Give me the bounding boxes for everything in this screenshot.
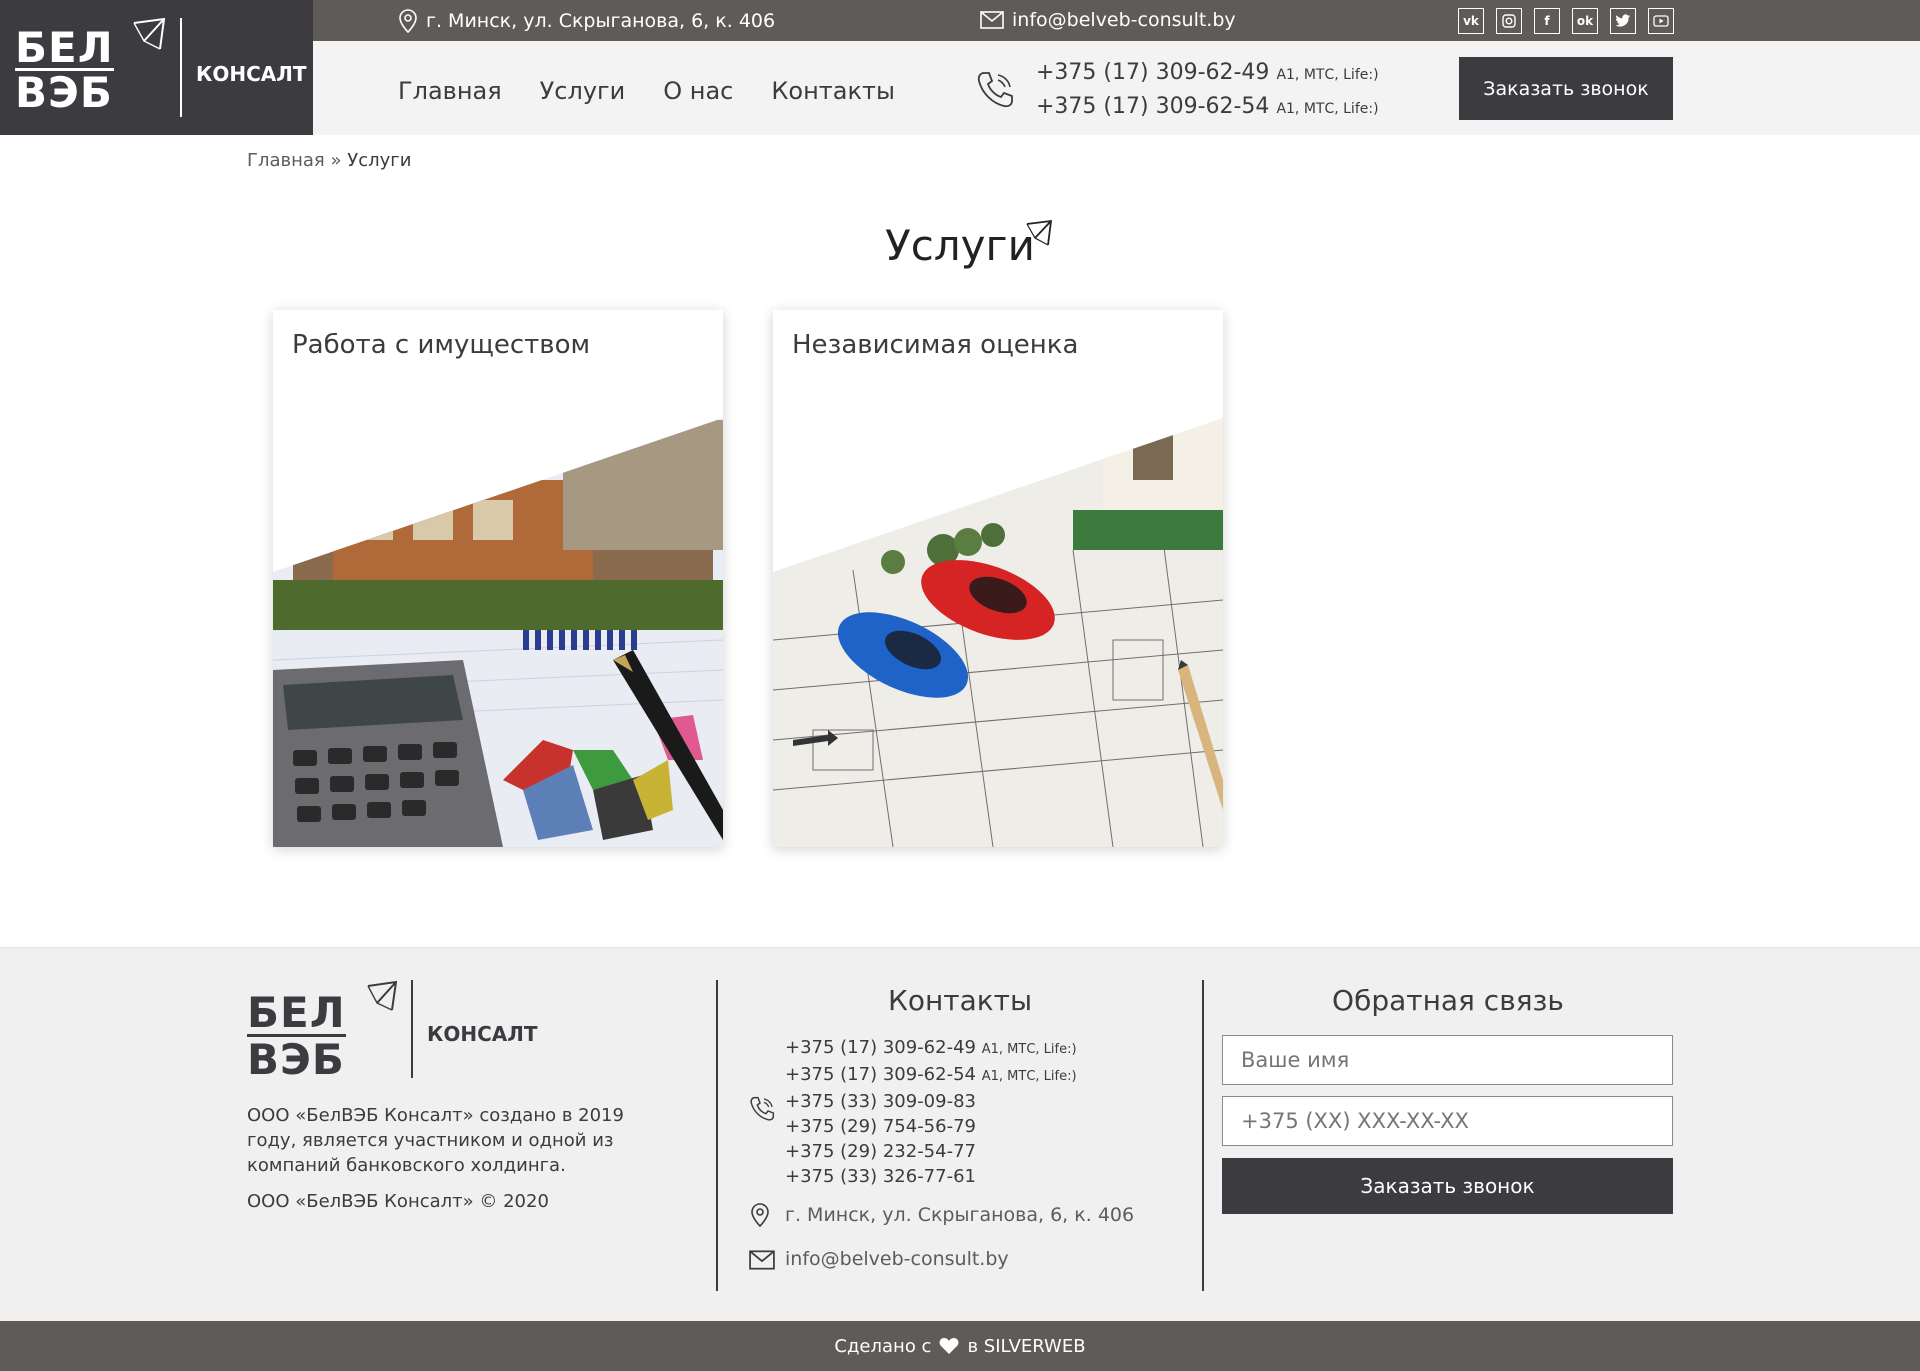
nav-item-about[interactable]: О нас	[663, 77, 733, 105]
footer-location-pin-icon	[751, 1203, 769, 1228]
logo-text: КОНСАЛТ	[196, 62, 307, 86]
header-phone-2-ops: A1, МТС, Life:)	[1276, 101, 1379, 117]
footer-logo-line2: ВЭБ	[247, 1035, 345, 1084]
phone-icon	[977, 72, 1013, 108]
bottom-bar: Сделано с в SILVERWEB	[0, 1321, 1920, 1371]
footer-logo-line1: БЕЛ	[247, 988, 346, 1037]
footer-logo-mark: БЕЛ ВЭБ	[247, 990, 346, 1082]
service-card-property[interactable]: Работа с имуществом	[273, 310, 723, 847]
breadcrumb-separator: »	[330, 150, 342, 171]
envelope-icon	[980, 11, 1004, 29]
header-phone-1-number[interactable]: +375 (17) 309-62-49	[1036, 60, 1269, 85]
footer-divider-1	[716, 980, 718, 1291]
site-logo[interactable]: БЕЛ ВЭБ КОНСАЛТ	[0, 0, 313, 135]
footer-contacts-heading: Контакты	[887, 984, 1033, 1017]
independent-valuation-image	[773, 310, 1223, 847]
breadcrumb-current: Услуги	[347, 150, 412, 171]
footer-address: г. Минск, ул. Скрыганова, 6, к. 406	[785, 1204, 1135, 1226]
service-card-title[interactable]: Независимая оценка	[792, 330, 1078, 360]
top-email-text[interactable]: info@belveb-consult.by	[1012, 9, 1236, 31]
service-card-valuation[interactable]: Независимая оценка	[773, 310, 1223, 847]
footer-divider-2	[1202, 980, 1204, 1291]
header-phone-1[interactable]: +375 (17) 309-62-49 A1, МТС, Life:)	[1036, 57, 1379, 91]
service-card-title[interactable]: Работа с имуществом	[292, 330, 590, 360]
facebook-icon[interactable]: f	[1534, 8, 1560, 34]
logo-separator	[180, 18, 182, 117]
footer-phone[interactable]: +375 (33) 326-77-61	[785, 1164, 1077, 1189]
header-phone-2-number[interactable]: +375 (17) 309-62-54	[1036, 94, 1269, 119]
odnoklassniki-icon[interactable]: ok	[1572, 8, 1598, 34]
nav-item-services[interactable]: Услуги	[540, 77, 626, 105]
nav-item-contacts[interactable]: Контакты	[771, 77, 895, 105]
header-phones: +375 (17) 309-62-49 A1, МТС, Life:) +375…	[1036, 57, 1379, 125]
header-phone-2[interactable]: +375 (17) 309-62-54 A1, МТС, Life:)	[1036, 91, 1379, 125]
footer-phone[interactable]: +375 (29) 754-56-79	[785, 1114, 1077, 1139]
footer-phone-number[interactable]: +375 (33) 326-77-61	[785, 1166, 976, 1187]
youtube-icon[interactable]	[1648, 8, 1674, 34]
breadcrumb-home[interactable]: Главная	[247, 150, 325, 171]
footer-logo-arrow-icon	[367, 980, 398, 1011]
footer-phone[interactable]: +375 (17) 309-62-49 A1, МТС, Life:)	[785, 1035, 1077, 1062]
nav-item-home[interactable]: Главная	[398, 77, 502, 105]
footer-phone-ops: A1, МТС, Life:)	[981, 1042, 1077, 1057]
footer-order-call-button[interactable]: Заказать звонок	[1222, 1158, 1673, 1214]
footer-logo-separator	[411, 980, 413, 1078]
footer-phone-number[interactable]: +375 (33) 309-09-83	[785, 1091, 976, 1112]
footer-phone[interactable]: +375 (29) 232-54-77	[785, 1139, 1077, 1164]
logo-line1: БЕЛ	[15, 23, 114, 72]
location-pin-icon	[399, 9, 417, 33]
page-title: Услуги	[885, 221, 1035, 270]
footer-phone-number[interactable]: +375 (17) 309-62-49	[785, 1037, 976, 1058]
footer: БЕЛ ВЭБ КОНСАЛТ ООО «БелВЭБ Консалт» соз…	[0, 947, 1920, 1321]
logo-arrow-icon	[133, 17, 166, 50]
heart-icon	[940, 1338, 959, 1354]
instagram-icon[interactable]	[1496, 8, 1522, 34]
footer-phones: +375 (17) 309-62-49 A1, МТС, Life:) +375…	[785, 1035, 1077, 1189]
header-phone-1-ops: A1, МТС, Life:)	[1276, 67, 1379, 83]
logo-mark: БЕЛ ВЭБ	[15, 26, 114, 114]
breadcrumb: Главная » Услуги	[247, 150, 411, 171]
footer-email[interactable]: info@belveb-consult.by	[785, 1248, 1009, 1270]
top-address-text: г. Минск, ул. Скрыганова, 6, к. 406	[426, 10, 776, 32]
footer-logo-text: КОНСАЛТ	[427, 1022, 538, 1046]
phone-input[interactable]	[1222, 1096, 1673, 1146]
silverweb-link[interactable]: в SILVERWEB	[967, 1336, 1085, 1357]
top-email[interactable]: info@belveb-consult.by	[980, 9, 1236, 31]
main-nav: Главная Услуги О нас Контакты	[398, 77, 895, 105]
twitter-icon[interactable]	[1610, 8, 1636, 34]
footer-feedback-heading: Обратная связь	[1332, 984, 1564, 1017]
footer-envelope-icon	[749, 1250, 775, 1270]
logo-line2: ВЭБ	[15, 68, 113, 117]
footer-phone-ops: A1, МТС, Life:)	[981, 1069, 1077, 1084]
footer-phone-icon	[750, 1096, 775, 1121]
property-work-image	[273, 310, 723, 847]
footer-description: ООО «БелВЭБ Консалт» создано в 2019 году…	[247, 1105, 624, 1176]
footer-phone-number[interactable]: +375 (17) 309-62-54	[785, 1064, 976, 1085]
name-input[interactable]	[1222, 1035, 1673, 1085]
vk-icon[interactable]: vk	[1458, 8, 1484, 34]
footer-phone[interactable]: +375 (33) 309-09-83	[785, 1089, 1077, 1114]
footer-phone-number[interactable]: +375 (29) 754-56-79	[785, 1116, 976, 1137]
social-links: vk f ok	[1458, 8, 1674, 34]
footer-copyright: ООО «БелВЭБ Консалт» © 2020	[247, 1191, 549, 1212]
made-with-text: Сделано с	[834, 1335, 932, 1357]
title-arrow-icon	[1026, 219, 1053, 246]
footer-phone[interactable]: +375 (17) 309-62-54 A1, МТС, Life:)	[785, 1062, 1077, 1089]
order-call-button[interactable]: Заказать звонок	[1459, 57, 1673, 120]
top-address: г. Минск, ул. Скрыганова, 6, к. 406	[398, 9, 775, 33]
footer-phone-number[interactable]: +375 (29) 232-54-77	[785, 1141, 976, 1162]
